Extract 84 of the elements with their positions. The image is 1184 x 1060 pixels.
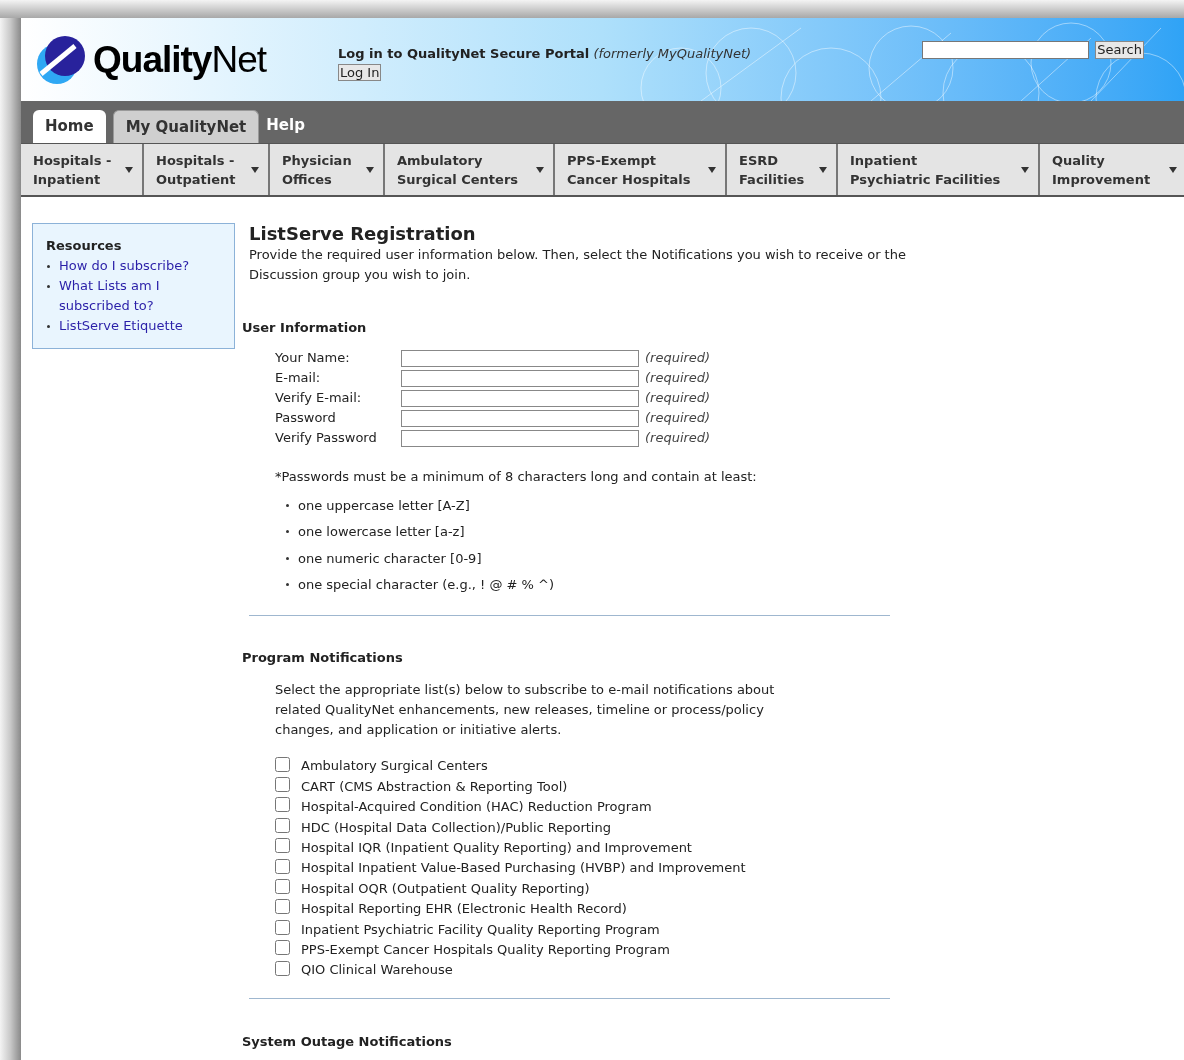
input-field[interactable] xyxy=(401,429,639,447)
checkbox[interactable] xyxy=(275,817,290,833)
field-label: Password xyxy=(275,409,337,427)
caret-icon xyxy=(125,166,133,173)
required-note: (required) xyxy=(645,349,711,368)
search-field[interactable] xyxy=(922,40,1090,59)
caret-icon xyxy=(1169,166,1177,173)
required-note: (required) xyxy=(645,429,711,448)
checkbox-label: Hospital Inpatient Value-Based Purchasing (HVBP) and Improvement xyxy=(301,859,746,878)
bullet-icon xyxy=(47,265,50,268)
help-link[interactable]: Help xyxy=(266,114,305,137)
login-text: Log in to QualityNet Secure Portal xyxy=(338,45,590,61)
bullet-icon xyxy=(286,556,289,560)
checkbox[interactable] xyxy=(275,858,290,874)
checkbox[interactable] xyxy=(275,899,290,915)
checkbox[interactable] xyxy=(275,777,290,793)
checkbox-label: PPS-Exempt Cancer Hospitals Quality Reporting Program xyxy=(301,940,670,959)
caret-icon xyxy=(819,166,827,173)
checkbox-label: HDC (Hospital Data Collection)/Public Reporting xyxy=(301,818,611,837)
checkbox[interactable] xyxy=(275,879,290,895)
section-heading: System Outage Notifications xyxy=(242,1033,453,1052)
nav-menu-item[interactable]: Inpatient Psychiatric Facilities xyxy=(838,144,1040,195)
field-label: E-mail: xyxy=(275,369,322,387)
rule-text: one uppercase letter [A-Z] xyxy=(298,496,470,515)
nav-menu-item[interactable]: PPS-Exempt Cancer Hospitals xyxy=(555,144,727,195)
checkbox[interactable] xyxy=(275,838,290,854)
login-note: (formerly MyQualityNet) xyxy=(593,45,752,61)
field-label: Your Name: xyxy=(275,349,351,367)
caret-icon xyxy=(536,166,544,173)
nav-menu-item[interactable]: Hospitals - Inpatient xyxy=(21,144,144,195)
input-field[interactable] xyxy=(401,369,639,387)
page-title: ListServe Registration xyxy=(249,223,477,245)
bullet-icon xyxy=(47,285,50,288)
sidebar-link[interactable]: ListServe Etiquette xyxy=(59,316,209,336)
checkbox-label: CART (CMS Abstraction & Reporting Tool) xyxy=(301,777,568,796)
search-button[interactable]: Search xyxy=(1095,40,1144,59)
caret-icon xyxy=(251,166,259,173)
sidebar-heading: Resources xyxy=(46,237,123,255)
bullet-icon xyxy=(286,530,289,534)
field-label: Verify Password xyxy=(275,429,378,447)
sidebar-link[interactable]: What Lists am I subscribed to? xyxy=(59,276,209,316)
checkbox-label: Hospital-Acquired Condition (HAC) Reduction Program xyxy=(301,798,652,817)
required-note: (required) xyxy=(645,369,711,388)
input-field[interactable] xyxy=(401,389,639,407)
checkbox-label: Hospital Reporting EHR (Electronic Health Record) xyxy=(301,900,627,919)
rule-text: one numeric character [0-9] xyxy=(298,549,482,568)
section-heading: User Information xyxy=(242,319,368,337)
intro-text: Provide the required user information below. Then, select the Notifications you wish to receive or the Discussion group you wish to join. xyxy=(249,246,907,284)
rule-text: one special character (e.g., ! @ # % ^) xyxy=(298,576,554,594)
checkbox[interactable] xyxy=(275,919,290,935)
checkbox[interactable] xyxy=(275,960,290,976)
checkbox-label: Hospital IQR (Inpatient Quality Reporting) and Improvement xyxy=(301,839,692,857)
caret-icon xyxy=(366,166,374,173)
checkbox[interactable] xyxy=(275,940,290,956)
field-label: Verify E-mail: xyxy=(275,389,363,407)
checkbox-label: QIO Clinical Warehouse xyxy=(301,961,453,980)
checkbox-label: Hospital OQR (Outpatient Quality Reporting) xyxy=(301,879,590,898)
login-button[interactable]: Log In xyxy=(338,64,382,82)
rule-text: one lowercase letter [a-z] xyxy=(298,523,465,541)
nav-tab[interactable]: Home xyxy=(33,110,106,143)
required-note: (required) xyxy=(645,389,711,408)
checkbox[interactable] xyxy=(275,797,290,813)
sidebar-link[interactable]: How do I subscribe? xyxy=(59,256,209,276)
checkbox-label: Ambulatory Surgical Centers xyxy=(301,757,488,776)
logo-text: QualityNet xyxy=(93,37,266,82)
nav-menu-item[interactable]: Ambulatory Surgical Centers xyxy=(385,144,555,195)
password-rule-text: *Passwords must be a minimum of 8 characters long and contain at least: xyxy=(275,468,758,486)
input-field[interactable] xyxy=(401,349,639,367)
caret-icon xyxy=(708,166,716,173)
nav-tab[interactable]: My QualityNet xyxy=(112,110,260,143)
checkbox[interactable] xyxy=(275,756,290,772)
nav-menu-item[interactable]: Hospitals - Outpatient xyxy=(144,144,270,195)
bullet-icon xyxy=(286,503,289,507)
input-field[interactable] xyxy=(401,409,639,427)
section-heading: Program Notifications xyxy=(242,649,404,667)
required-note: (required) xyxy=(645,409,711,428)
bullet-icon xyxy=(286,583,289,587)
nav-menu-item[interactable]: Quality Improvement xyxy=(1040,144,1184,195)
checkbox-label: Inpatient Psychiatric Facility Quality Reporting Program xyxy=(301,920,660,939)
nav-menu-item[interactable]: ESRD Facilities xyxy=(727,144,838,195)
notifications-description: Select the appropriate list(s) below to subscribe to e-mail notifications about related QualityNet enhancements, new releases, timeline or process/policy changes, and application or initiative alerts. xyxy=(275,681,776,739)
caret-icon xyxy=(1021,166,1029,173)
nav-menu-item[interactable]: Physician Offices xyxy=(270,144,385,195)
bullet-icon xyxy=(47,325,50,328)
